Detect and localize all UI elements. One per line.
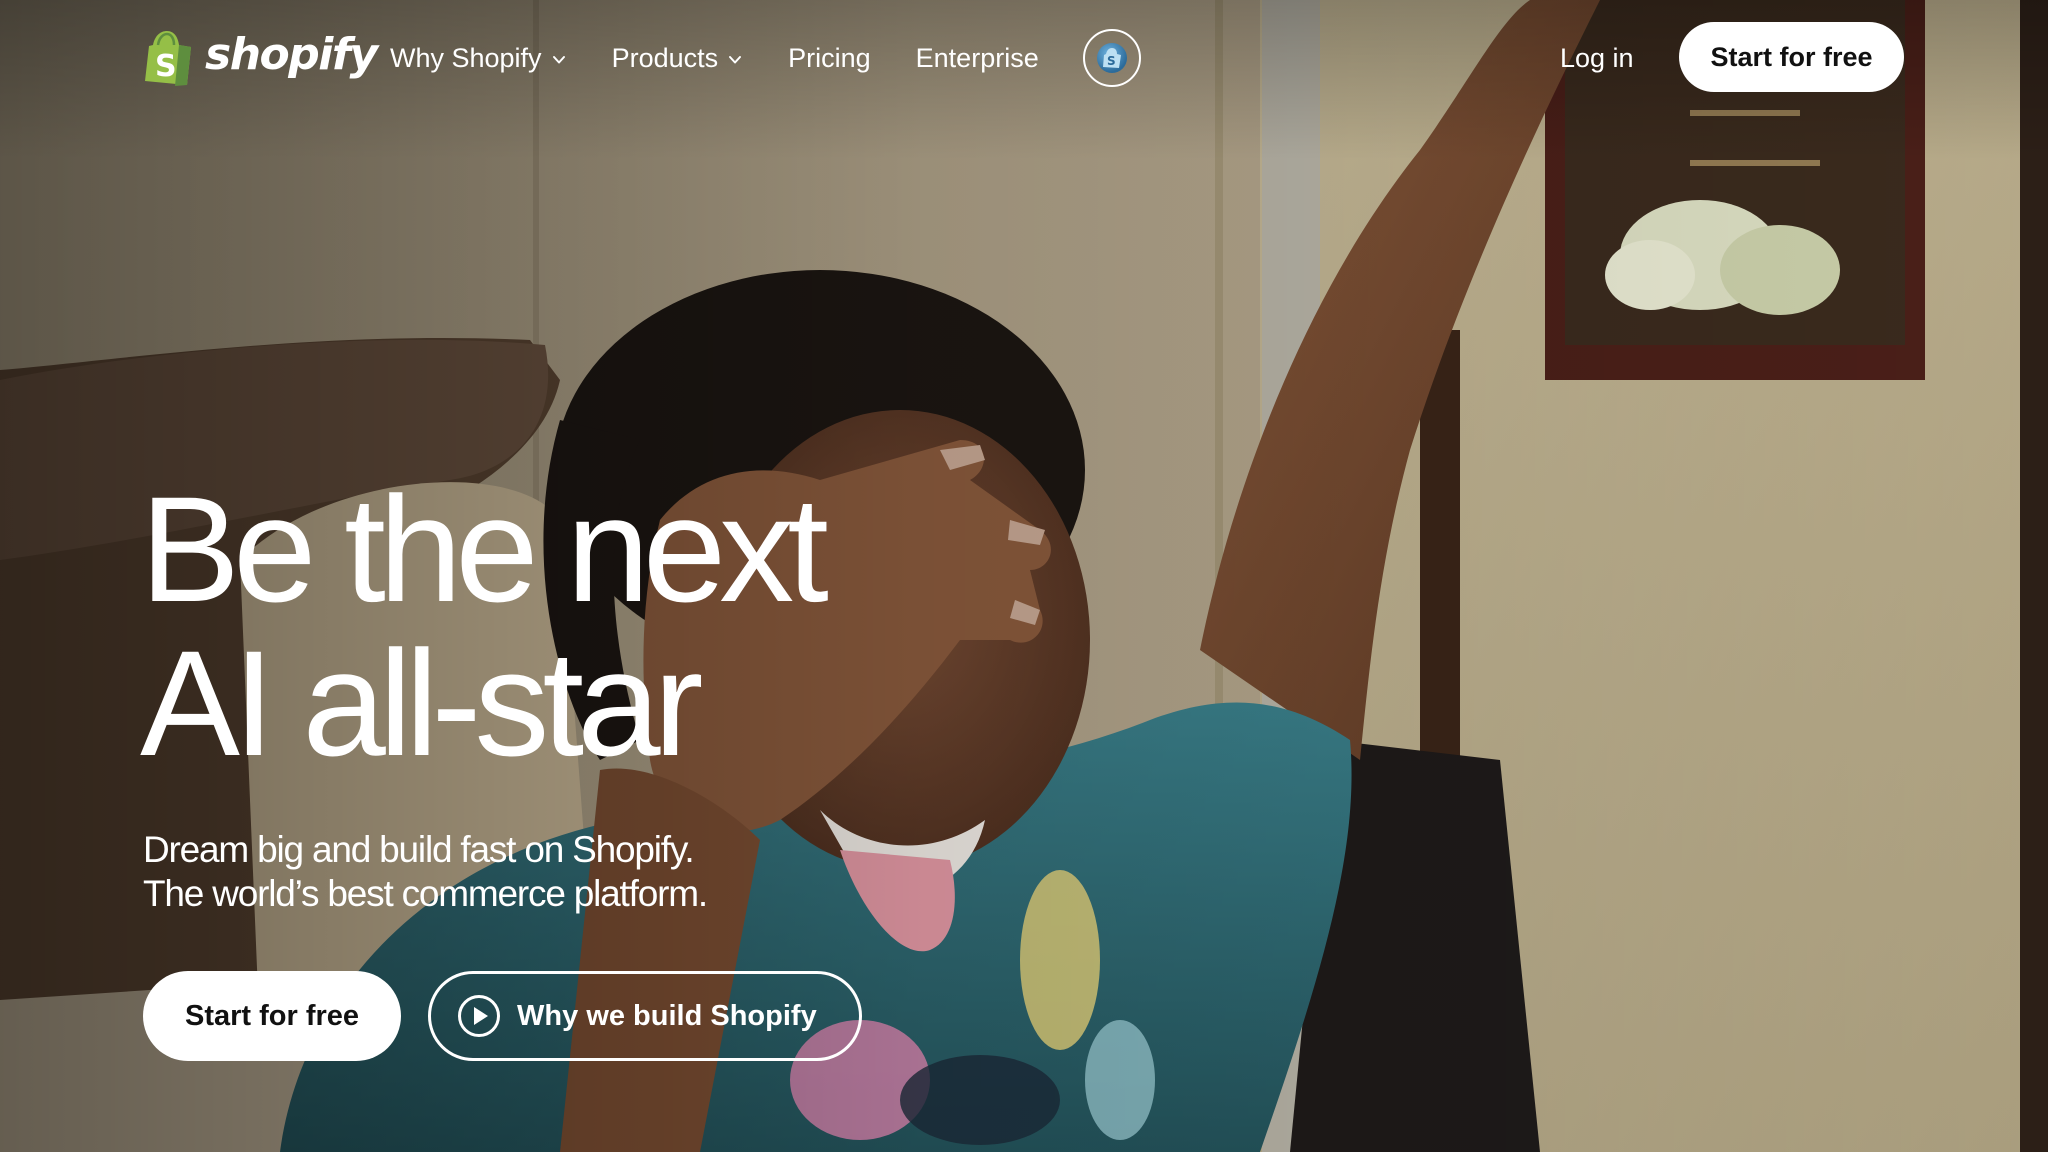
logo-wordmark: shopify [205,29,378,80]
mini-bag-glyph: S [1102,48,1121,68]
hero-subtitle-line-1: Dream big and build fast on Shopify. [143,829,695,870]
chevron-down-icon [552,56,565,64]
why-we-build-button[interactable]: Why we build Shopify [428,971,862,1061]
nav-why-shopify[interactable]: Why Shopify [390,43,567,74]
hero-title-line-2: AI all-star [140,619,703,787]
hero-title: Be the next AI all-star [140,465,829,787]
shopify-app-icon: S [1096,43,1127,73]
login-link[interactable]: Log in [1560,36,1634,80]
logo-letter: S [155,49,177,84]
play-circle-icon [458,995,501,1037]
chevron-down-icon [729,56,742,64]
shopify-bag-icon: S [145,31,191,86]
shopify-logo[interactable]: S shopify [143,28,378,88]
hero-cta-row: Start for free Why we build Shopify [143,971,862,1061]
nav-why-shopify-label: Why Shopify [390,42,542,73]
site-header: S shopify Why Shopify Products Pricing E… [0,0,2048,116]
page: S shopify Why Shopify Products Pricing E… [0,0,2048,1152]
why-we-build-label: Why we build Shopify [517,999,817,1032]
hero-subtitle-line-2: The world’s best commerce platform. [143,873,708,914]
shopify-app-button[interactable]: S [1082,29,1141,87]
nav-products[interactable]: Products [612,43,744,74]
mini-bag-letter: S [1107,54,1116,68]
hero-subtitle: Dream big and build fast on Shopify. The… [143,828,708,916]
nav-enterprise[interactable]: Enterprise [916,43,1039,74]
nav-enterprise-label: Enterprise [915,42,1039,73]
primary-nav: Why Shopify Products Pricing Enterprise [390,29,1141,87]
hero-title-line-1: Be the next [140,465,829,633]
hero-start-free-button[interactable]: Start for free [143,971,402,1061]
header-start-free-button[interactable]: Start for free [1679,22,1904,92]
nav-pricing[interactable]: Pricing [788,43,871,74]
nav-pricing-label: Pricing [788,42,871,73]
nav-products-label: Products [611,42,719,73]
